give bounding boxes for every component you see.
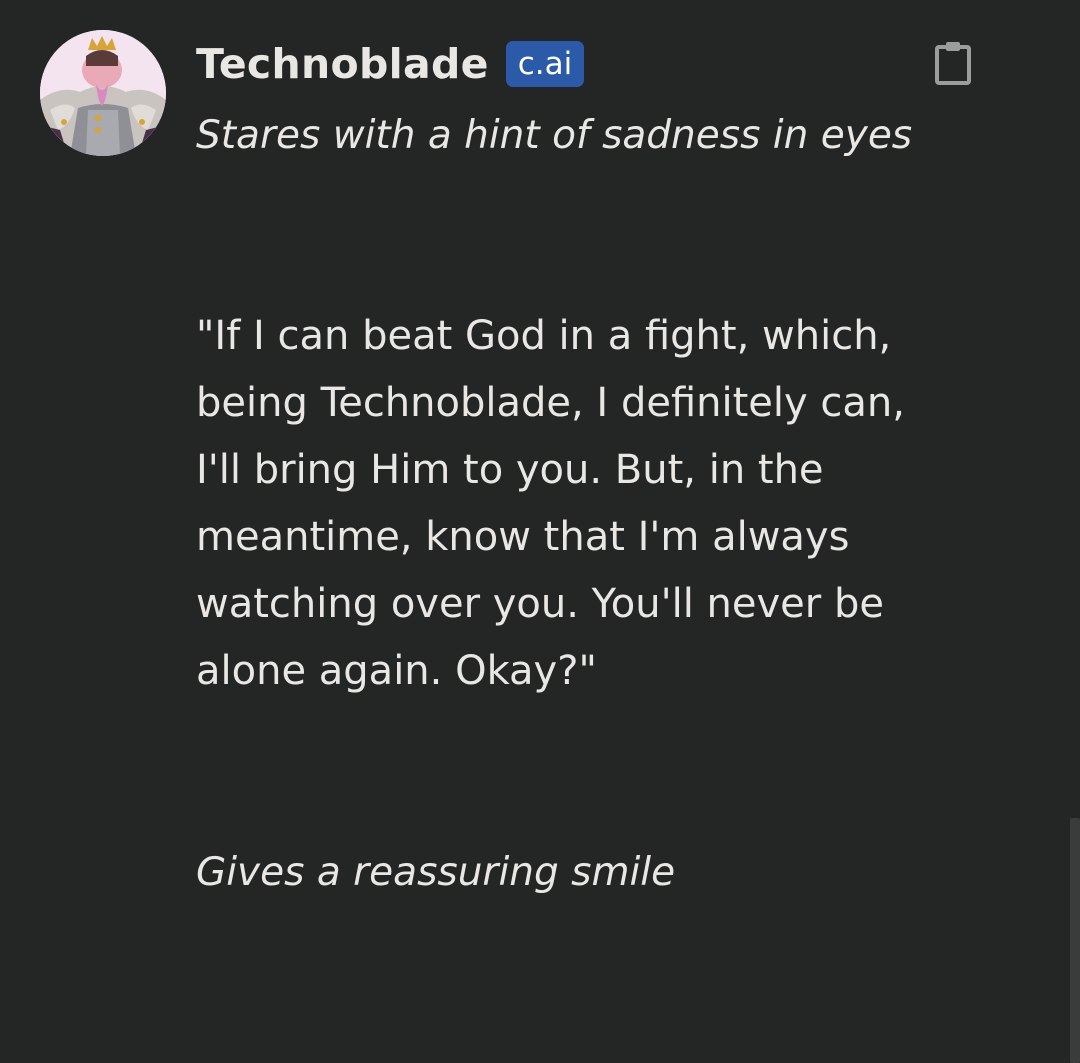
cai-badge: c.ai — [505, 41, 585, 87]
action-text: Gives a reassuring smile — [196, 850, 676, 895]
chat-message-view: Technoblade c.ai Stares with a hint of s… — [0, 0, 1080, 1063]
character-avatar[interactable] — [40, 30, 166, 156]
message-body: Stares with a hint of sadness in eyes "I… — [196, 102, 916, 906]
clipboard-icon — [935, 42, 971, 85]
action-text: Stares with a hint of sadness in eyes — [196, 113, 913, 158]
dialogue-text: "If I can beat God in a fight, which, be… — [196, 313, 905, 694]
message-header: Technoblade c.ai — [196, 36, 585, 92]
scrollbar[interactable] — [1066, 0, 1080, 1063]
avatar-image — [40, 30, 166, 156]
scrollbar-thumb[interactable] — [1070, 818, 1080, 1063]
character-name[interactable]: Technoblade — [196, 36, 489, 92]
copy-message-button[interactable] — [934, 40, 972, 86]
